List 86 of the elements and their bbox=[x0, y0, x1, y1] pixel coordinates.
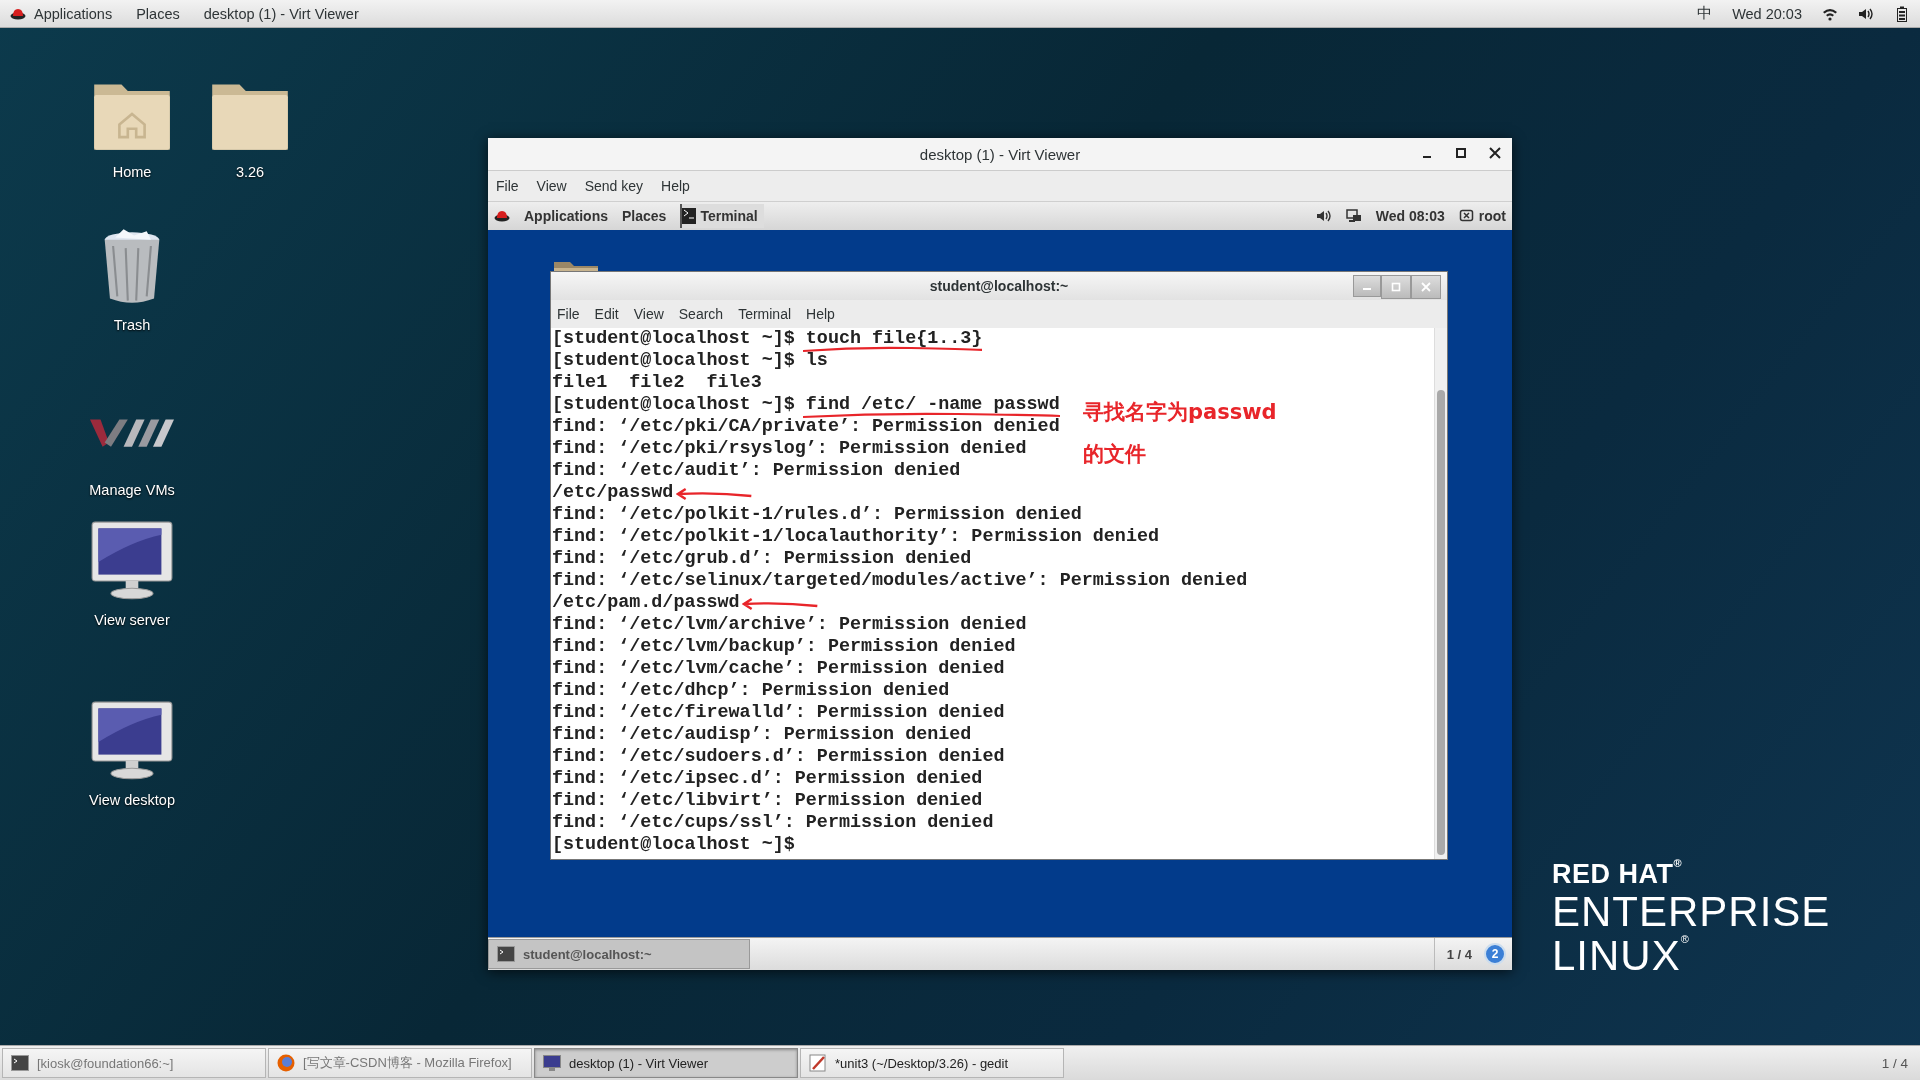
menu-item[interactable]: Search bbox=[678, 306, 724, 322]
terminal-line: [student@localhost ~]$ ls bbox=[552, 350, 828, 371]
terminal-line: [student@localhost ~]$ bbox=[552, 834, 795, 855]
brand-text: LINUX$^{®}$ bbox=[1552, 934, 1691, 978]
close-button[interactable] bbox=[1411, 275, 1441, 299]
terminal-line: find: ‘/etc/cups/ssl’: Permission denied bbox=[552, 812, 994, 833]
input-method-indicator[interactable]: 中 bbox=[1697, 4, 1713, 23]
terminal-line: find: ‘/etc/sudoers.d’: Permission denied bbox=[552, 746, 1005, 767]
taskbar-item[interactable]: desktop (1) - Virt Viewer bbox=[534, 1048, 798, 1078]
terminal-line: find: ‘/etc/grub.d’: Permission denied bbox=[552, 548, 972, 569]
hat-icon bbox=[494, 209, 510, 223]
terminal-line: find: ‘/etc/selinux/targeted/modules/active’: Permission denied bbox=[552, 570, 1248, 591]
terminal-line: find: ‘/etc/polkit-1/rules.d’: Permission denied bbox=[552, 504, 1082, 525]
annotation-text: 的文件 bbox=[1083, 441, 1147, 468]
window-title: desktop (1) - Virt Viewer bbox=[919, 145, 1081, 163]
terminal-line: /etc/passwd bbox=[552, 482, 674, 503]
menu-item[interactable]: Terminal bbox=[738, 306, 792, 322]
terminal-line: find: ‘/etc/libvirt’: Permission denied bbox=[552, 790, 983, 811]
battery-icon[interactable] bbox=[1894, 5, 1910, 22]
desktop-icon-label[interactable]: Manage VMs bbox=[89, 482, 175, 498]
network-icon[interactable] bbox=[1345, 208, 1362, 224]
user-icon[interactable] bbox=[1458, 208, 1475, 224]
menu-item[interactable]: File bbox=[496, 178, 519, 194]
scrollbar[interactable] bbox=[1434, 328, 1447, 859]
brand-text: ENTERPRISE bbox=[1552, 890, 1831, 934]
terminal-line: find: ‘/etc/audit’: Permission denied bbox=[552, 460, 961, 481]
window-title: desktop (1) - Virt Viewer bbox=[203, 5, 359, 22]
clock[interactable]: Wed 20:03 bbox=[1732, 5, 1802, 22]
menu-item[interactable]: Applications bbox=[524, 208, 608, 224]
terminal-icon bbox=[497, 945, 515, 963]
terminal-line: find: ‘/etc/pki/CA/private’: Permission denied bbox=[552, 416, 1060, 437]
desktop-icon-label[interactable]: View server bbox=[94, 612, 170, 628]
menu-item[interactable]: Applications bbox=[34, 5, 113, 22]
terminal-line: find: ‘/etc/lvm/cache’: Permission denied bbox=[552, 658, 1005, 679]
terminal-line: file1 file2 file3 bbox=[552, 372, 762, 393]
terminal-line: find: ‘/etc/polkit-1/localauthority’: Permission denied bbox=[552, 526, 1159, 547]
user-menu[interactable]: root bbox=[1478, 208, 1506, 224]
clock[interactable]: Wed 08:03 bbox=[1375, 208, 1445, 224]
terminal-line: find: ‘/etc/ipsec.d’: Permission denied bbox=[552, 768, 983, 789]
terminal-line: find: ‘/etc/dhcp’: Permission denied bbox=[552, 680, 950, 701]
terminal-line: find: ‘/etc/lvm/archive’: Permission denied bbox=[552, 614, 1027, 635]
desktop-icon-label[interactable]: View desktop bbox=[89, 792, 175, 808]
close-icon bbox=[1421, 282, 1431, 292]
volume-icon[interactable] bbox=[1315, 208, 1332, 224]
desktop-icon-label[interactable]: Home bbox=[112, 164, 152, 180]
monitor-icon bbox=[543, 1054, 561, 1072]
window-title: student@localhost:~ bbox=[929, 278, 1069, 294]
desktop-icon-label[interactable]: 3.26 bbox=[235, 164, 265, 180]
terminal-icon bbox=[11, 1054, 29, 1072]
menu-item[interactable]: View bbox=[536, 178, 567, 194]
browser-icon bbox=[277, 1054, 295, 1072]
maximize-button[interactable] bbox=[1381, 275, 1411, 299]
terminal-line: [student@localhost ~]$ touch file{1..3} bbox=[552, 328, 983, 349]
notification-badge[interactable]: 2 bbox=[1484, 943, 1506, 965]
terminal-line: find: ‘/etc/lvm/backup’: Permission denied bbox=[552, 636, 1016, 657]
desktop-icon-label[interactable]: Trash bbox=[113, 317, 151, 333]
terminal-line: [student@localhost ~]$ find /etc/ -name passwd bbox=[552, 394, 1060, 415]
menu-item[interactable]: Edit bbox=[594, 306, 619, 322]
annotation-text: 寻找名字为passwd bbox=[1083, 399, 1277, 426]
brand-text: RED HAT$^{®}$ bbox=[1552, 858, 1684, 890]
terminal-line: find: ‘/etc/audisp’: Permission denied bbox=[552, 724, 972, 745]
taskbar-item[interactable]: [kiosk@foundation66:~] bbox=[2, 1048, 266, 1078]
menu-item[interactable]: Places bbox=[622, 208, 667, 224]
minimize-button[interactable] bbox=[1353, 275, 1381, 297]
workspace-indicator[interactable]: 1 / 4 bbox=[1433, 938, 1484, 970]
taskbar-item[interactable]: student@localhost:~ bbox=[488, 939, 750, 969]
terminal-line: /etc/pam.d/passwd bbox=[552, 592, 740, 613]
close-icon[interactable] bbox=[1488, 146, 1502, 160]
menu-item[interactable]: Places bbox=[136, 5, 180, 22]
taskbar-item[interactable]: [写文章-CSDN博客 - Mozilla Firefox] bbox=[268, 1048, 532, 1078]
terminal-icon bbox=[682, 208, 697, 224]
minimize-icon bbox=[1363, 288, 1371, 290]
maximize-icon bbox=[1391, 282, 1401, 292]
menu-item[interactable]: Send key bbox=[584, 178, 644, 194]
menu-item[interactable]: View bbox=[633, 306, 664, 322]
menu-item[interactable]: Help bbox=[661, 178, 690, 194]
maximize-icon[interactable] bbox=[1454, 146, 1468, 160]
menu-item[interactable]: Help bbox=[806, 306, 835, 322]
terminal-line: find: ‘/etc/pki/rsyslog’: Permission denied bbox=[552, 438, 1027, 459]
menu-item[interactable]: File bbox=[557, 306, 580, 322]
terminal-line: find: ‘/etc/firewalld’: Permission denied bbox=[552, 702, 1005, 723]
taskbar-item[interactable]: *unit3 (~/Desktop/3.26) - gedit bbox=[800, 1048, 1064, 1078]
active-app-button[interactable]: Terminal bbox=[680, 204, 764, 228]
workspace-indicator[interactable]: 1 / 4 bbox=[1881, 1055, 1920, 1071]
hat-icon bbox=[10, 6, 26, 21]
text-editor-icon bbox=[809, 1054, 827, 1072]
